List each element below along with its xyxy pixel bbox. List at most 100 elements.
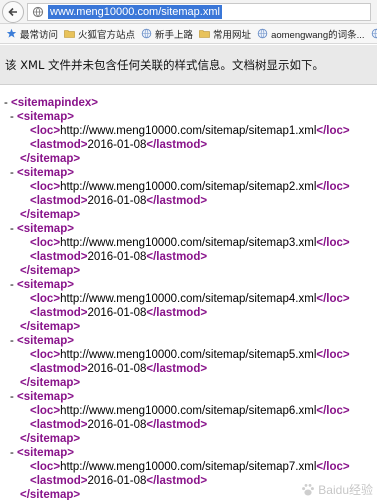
lastmod-value: 2016-01-08 xyxy=(87,307,147,319)
sitemap-open-line: - <sitemap> xyxy=(0,278,377,292)
loc-close-tag: </loc> xyxy=(316,125,350,137)
loc-line: <loc>http://www.meng10000.com/sitemap/si… xyxy=(0,124,377,138)
lastmod-value: 2016-01-08 xyxy=(87,419,147,431)
bookmark-item[interactable]: 常用网址 xyxy=(199,27,251,41)
lastmod-open-tag: <lastmod> xyxy=(30,475,88,487)
sitemap-open-tag: <sitemap> xyxy=(17,335,74,347)
xml-no-style-notice: 该 XML 文件并未包含任何关联的样式信息。文档树显示如下。 xyxy=(0,45,377,85)
lastmod-value: 2016-01-08 xyxy=(87,363,147,375)
lastmod-close-tag: </lastmod> xyxy=(146,307,208,319)
sitemap-open-line: - <sitemap> xyxy=(0,446,377,460)
loc-open-tag: <loc> xyxy=(30,293,61,305)
bookmark-item[interactable]: Create your Goo xyxy=(371,28,377,39)
loc-open-tag: <loc> xyxy=(30,125,61,137)
collapse-toggle[interactable]: - xyxy=(10,447,14,459)
lastmod-value: 2016-01-08 xyxy=(87,475,147,487)
lastmod-open-tag: <lastmod> xyxy=(30,139,88,151)
sitemap-close-tag: </sitemap> xyxy=(20,321,81,333)
lastmod-close-tag: </lastmod> xyxy=(146,195,208,207)
lastmod-open-tag: <lastmod> xyxy=(30,363,88,375)
loc-open-tag: <loc> xyxy=(30,237,61,249)
sitemap-close-line: </sitemap> xyxy=(0,208,377,222)
lastmod-close-tag: </lastmod> xyxy=(146,139,208,151)
loc-line: <loc>http://www.meng10000.com/sitemap/si… xyxy=(0,404,377,418)
loc-line: <loc>http://www.meng10000.com/sitemap/si… xyxy=(0,460,377,474)
loc-value: http://www.meng10000.com/sitemap/sitemap… xyxy=(60,293,317,305)
bookmark-label: 火狐官方站点 xyxy=(78,29,136,41)
lastmod-line: <lastmod>2016-01-08</lastmod> xyxy=(0,418,377,432)
loc-value: http://www.meng10000.com/sitemap/sitemap… xyxy=(60,405,317,417)
navigation-bar: www.meng10000.com/sitemap.xml xyxy=(0,0,377,24)
globe-icon xyxy=(141,28,152,39)
loc-value: http://www.meng10000.com/sitemap/sitemap… xyxy=(60,125,317,137)
loc-line: <loc>http://www.meng10000.com/sitemap/si… xyxy=(0,348,377,362)
sitemap-open-tag: <sitemap> xyxy=(17,279,74,291)
loc-open-tag: <loc> xyxy=(30,461,61,473)
bookmark-label: aomengwang的词条... xyxy=(271,29,365,41)
bookmark-item[interactable]: 火狐官方站点 xyxy=(64,27,135,41)
collapse-toggle[interactable]: - xyxy=(4,97,8,109)
lastmod-line: <lastmod>2016-01-08</lastmod> xyxy=(0,306,377,320)
bookmark-label: 新手上路 xyxy=(155,29,194,41)
sitemap-close-line: </sitemap> xyxy=(0,432,377,446)
sitemap-open-tag: <sitemap> xyxy=(17,111,74,123)
bookmarks-toolbar: 最常访问 火狐官方站点 新手上路 常用网址 aomengwang的词条... Create… xyxy=(0,24,377,44)
star-folder-icon xyxy=(6,28,17,39)
lastmod-close-tag: </lastmod> xyxy=(146,475,208,487)
bookmark-item[interactable]: aomengwang的词条... xyxy=(257,27,365,41)
sitemap-close-line: </sitemap> xyxy=(0,320,377,334)
collapse-toggle[interactable]: - xyxy=(10,167,14,179)
bookmark-item[interactable]: 最常访问 xyxy=(6,27,58,41)
notice-text: 该 XML 文件并未包含任何关联的样式信息。文档树显示如下。 xyxy=(5,57,325,72)
loc-open-tag: <loc> xyxy=(30,405,61,417)
lastmod-line: <lastmod>2016-01-08</lastmod> xyxy=(0,194,377,208)
folder-icon xyxy=(64,28,75,39)
back-arrow-icon xyxy=(8,7,17,16)
back-button[interactable] xyxy=(2,0,24,23)
bookmark-item[interactable]: 新手上路 xyxy=(141,27,193,41)
lastmod-close-tag: </lastmod> xyxy=(146,419,208,431)
collapse-toggle[interactable]: - xyxy=(10,335,14,347)
loc-line: <loc>http://www.meng10000.com/sitemap/si… xyxy=(0,236,377,250)
sitemap-open-line: - <sitemap> xyxy=(0,110,377,124)
collapse-toggle[interactable]: - xyxy=(10,111,14,123)
address-bar[interactable]: www.meng10000.com/sitemap.xml xyxy=(27,2,371,21)
sitemap-open-tag: <sitemap> xyxy=(17,447,74,459)
lastmod-line: <lastmod>2016-01-08</lastmod> xyxy=(0,250,377,264)
lastmod-line: <lastmod>2016-01-08</lastmod> xyxy=(0,362,377,376)
loc-open-tag: <loc> xyxy=(30,349,61,361)
sitemap-close-line: </sitemap> xyxy=(0,264,377,278)
lastmod-close-tag: </lastmod> xyxy=(146,251,208,263)
lastmod-value: 2016-01-08 xyxy=(87,195,147,207)
loc-value: http://www.meng10000.com/sitemap/sitemap… xyxy=(60,181,317,193)
loc-close-tag: </loc> xyxy=(316,293,350,305)
url-text[interactable]: www.meng10000.com/sitemap.xml xyxy=(48,4,222,19)
globe-icon xyxy=(257,28,268,39)
loc-value: http://www.meng10000.com/sitemap/sitemap… xyxy=(60,237,317,249)
lastmod-line: <lastmod>2016-01-08</lastmod> xyxy=(0,138,377,152)
sitemap-open-tag: <sitemap> xyxy=(17,391,74,403)
bookmark-label: 最常访问 xyxy=(20,29,59,41)
loc-close-tag: </loc> xyxy=(316,405,350,417)
lastmod-close-tag: </lastmod> xyxy=(146,363,208,375)
sitemap-close-line: </sitemap> xyxy=(0,152,377,166)
collapse-toggle[interactable]: - xyxy=(10,279,14,291)
sitemap-close-tag: </sitemap> xyxy=(20,489,81,500)
globe-icon xyxy=(32,6,44,17)
lastmod-open-tag: <lastmod> xyxy=(30,251,88,263)
sitemap-open-line: - <sitemap> xyxy=(0,166,377,180)
collapse-toggle[interactable]: - xyxy=(10,223,14,235)
collapse-toggle[interactable]: - xyxy=(10,391,14,403)
lastmod-value: 2016-01-08 xyxy=(87,139,147,151)
lastmod-open-tag: <lastmod> xyxy=(30,307,88,319)
loc-open-tag: <loc> xyxy=(30,181,61,193)
sitemap-close-tag: </sitemap> xyxy=(20,153,81,165)
loc-close-tag: </loc> xyxy=(316,237,350,249)
loc-close-tag: </loc> xyxy=(316,349,350,361)
loc-line: <loc>http://www.meng10000.com/sitemap/si… xyxy=(0,292,377,306)
loc-close-tag: </loc> xyxy=(316,181,350,193)
sitemapindex-open-tag: <sitemapindex> xyxy=(11,97,98,109)
sitemap-open-line: - <sitemap> xyxy=(0,334,377,348)
bookmark-label: 常用网址 xyxy=(213,29,252,41)
sitemapindex-open-line: - <sitemapindex> xyxy=(0,96,377,110)
